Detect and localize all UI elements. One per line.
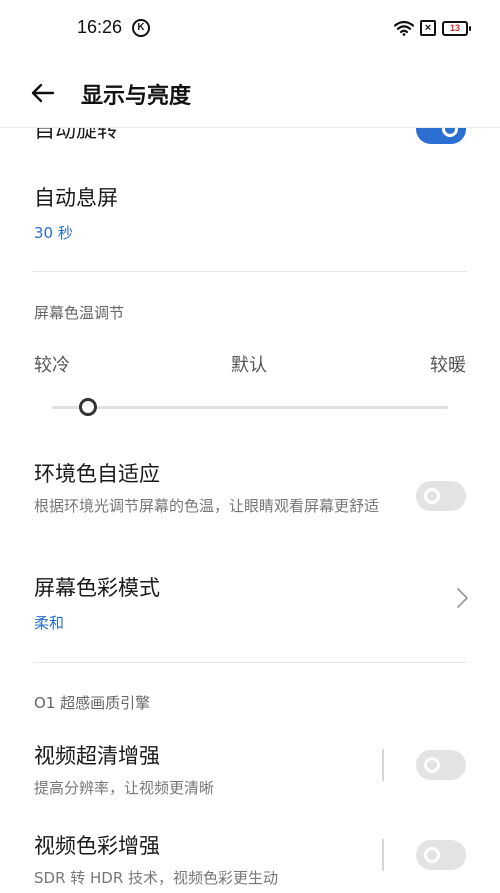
toggle-knob — [424, 847, 440, 863]
auto-sleep-label: 自动息屏 — [34, 186, 118, 210]
auto-rotate-row[interactable]: 自动旋转 — [34, 128, 466, 144]
engine-section-label: O1 超感画质引擎 — [34, 694, 151, 712]
toggle-knob — [442, 128, 458, 137]
toggle-knob — [424, 488, 440, 504]
auto-sleep-value: 30 秒 — [34, 224, 73, 242]
divider — [33, 662, 467, 663]
video-color-description: SDR 转 HDR 技术，视频色彩更生动 — [34, 869, 279, 887]
color-temp-labels: 较冷 默认 较暖 — [34, 351, 466, 376]
adaptive-color-label: 环境色自适应 — [34, 462, 160, 486]
video-color-row[interactable]: 视频色彩增强 SDR 转 HDR 技术，视频色彩更生动 — [34, 830, 466, 890]
cool-label: 较冷 — [34, 355, 70, 376]
color-temp-slider-track[interactable] — [52, 406, 448, 409]
color-temp-section-label: 屏幕色温调节 — [34, 304, 125, 322]
video-color-label: 视频色彩增强 — [34, 834, 160, 858]
page-title: 显示与亮度 — [81, 84, 192, 109]
adaptive-color-toggle[interactable] — [416, 481, 466, 511]
color-mode-value: 柔和 — [34, 614, 65, 632]
wifi-icon — [394, 20, 414, 36]
vertical-separator — [382, 839, 384, 871]
battery-icon: 13 — [442, 20, 471, 36]
video-hd-label: 视频超清增强 — [34, 744, 160, 768]
video-hd-toggle[interactable] — [416, 750, 466, 780]
vertical-separator — [382, 749, 384, 781]
toggle-knob — [424, 757, 440, 773]
back-arrow-icon[interactable] — [28, 78, 58, 108]
settings-list[interactable]: 自动旋转 自动息屏 30 秒 屏幕色温调节 较冷 默认 较暖 环境色自适应 根据… — [0, 128, 500, 893]
color-mode-row[interactable]: 屏幕色彩模式 柔和 — [34, 572, 466, 633]
color-mode-label: 屏幕色彩模式 — [34, 576, 160, 600]
auto-rotate-label: 自动旋转 — [34, 128, 118, 142]
status-time: 16:26 — [77, 17, 123, 37]
no-sim-icon: × — [420, 20, 436, 36]
warm-label: 较暖 — [430, 355, 466, 376]
status-icons: × 13 — [394, 18, 471, 38]
color-temp-slider-thumb[interactable] — [78, 398, 97, 416]
chevron-right-icon[interactable] — [454, 587, 470, 609]
page-header: 显示与亮度 — [0, 56, 500, 128]
video-hd-description: 提高分辨率，让视频更清晰 — [34, 779, 215, 797]
k-badge-icon: K — [132, 19, 150, 37]
status-bar: 16:26 K × 13 — [0, 0, 500, 56]
adaptive-color-description: 根据环境光调节屏幕的色温，让眼睛观看屏幕更舒适 — [34, 497, 380, 515]
default-label: 默认 — [231, 355, 267, 376]
video-color-toggle[interactable] — [416, 840, 466, 870]
auto-sleep-row[interactable]: 自动息屏 30 秒 — [34, 182, 466, 243]
auto-rotate-toggle[interactable] — [416, 128, 466, 144]
adaptive-color-row[interactable]: 环境色自适应 根据环境光调节屏幕的色温，让眼睛观看屏幕更舒适 — [34, 458, 466, 518]
divider — [33, 271, 467, 272]
video-hd-row[interactable]: 视频超清增强 提高分辨率，让视频更清晰 — [34, 740, 466, 800]
